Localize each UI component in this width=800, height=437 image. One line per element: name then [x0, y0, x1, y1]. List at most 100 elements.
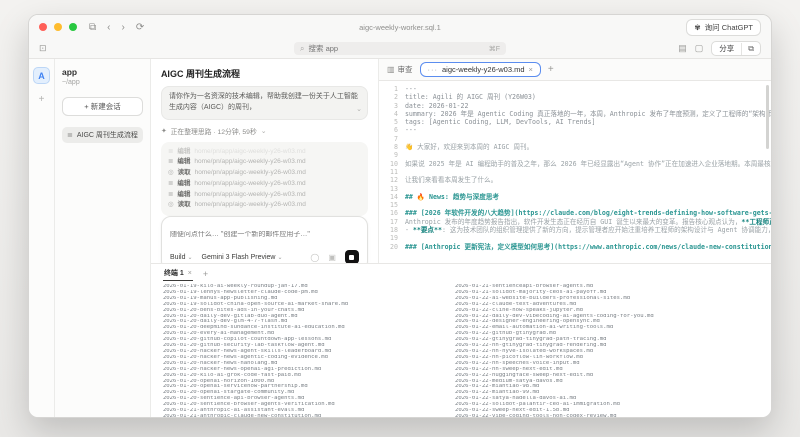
list-view-icon[interactable]: ▤ — [678, 43, 687, 54]
tool-action: 编辑 — [177, 147, 191, 155]
line-number: 6 — [393, 126, 398, 135]
line-number: 10 — [389, 159, 398, 168]
sidebar-session-item[interactable]: ≣ AIGC 周刊生成流程 — [62, 127, 143, 143]
code-line: 9 — [385, 151, 771, 159]
line-number: 7 — [393, 134, 398, 143]
sidebar: app ~/app + 新建会话 ≣ AIGC 周刊生成流程 — [55, 59, 151, 417]
tool-action: 读取 — [177, 201, 191, 209]
tool-path: home/pn/app/aigc-weekly-y26-w03.md — [194, 179, 306, 187]
user-message-bubble[interactable]: 请你作为一名资深的技术编辑，帮助我创建一份关于人工智能生成内容（AIGC）的周刊… — [160, 86, 368, 120]
tool-row[interactable]: ≣ 编辑 home/pn/app/aigc-weekly-y26-w03.md — [168, 190, 361, 201]
mode-dropdown[interactable]: Build ⌄ — [170, 254, 193, 261]
layout-view-icon[interactable]: ▢ — [695, 43, 704, 54]
zoom-window-button[interactable] — [69, 23, 77, 31]
line-number: 13 — [389, 184, 398, 193]
chevron-down-icon: ⌄ — [277, 254, 283, 261]
code-line: 14 ## 🔥 News: 趋势与深度思考 — [385, 193, 771, 201]
voice-icon[interactable]: ◯ — [310, 253, 319, 262]
forward-icon[interactable]: › — [121, 22, 124, 33]
desktop: ⧉ ‹ › ⟳ aigc-weekly-worker.sql.1 ✾ 询问 Ch… — [0, 0, 800, 437]
reload-icon[interactable]: ⟳ — [136, 22, 144, 33]
share-control: 分享 ⧉ — [711, 41, 761, 56]
code-line: 20 ### [Anthropic 更新宪法，定义模型如何思考](https://… — [385, 243, 771, 251]
code-line: 2 title: Agili 的 AIGC 周刊 (Y26W03) — [385, 93, 771, 101]
sidebar-toggle-icon[interactable]: ⊡ — [39, 43, 47, 54]
code-line: 19 — [385, 234, 771, 242]
edit-list-icon: ≣ — [167, 158, 174, 166]
line-number: 3 — [393, 101, 398, 110]
expand-message-icon[interactable]: ⌄ — [356, 105, 362, 116]
edit-list-icon: ≣ — [167, 179, 174, 187]
new-session-button[interactable]: + 新建会话 — [62, 97, 143, 116]
close-terminal-icon[interactable]: × — [188, 270, 192, 277]
tool-action: 编辑 — [177, 158, 191, 166]
tool-action: 编辑 — [177, 190, 191, 198]
tool-path: home/pn/app/aigc-weekly-y26-w03.md — [194, 201, 306, 209]
close-window-button[interactable] — [39, 23, 47, 31]
search-icon: ⌕ — [300, 43, 305, 53]
add-workspace-button[interactable]: + — [39, 94, 45, 105]
line-number: 16 — [389, 209, 398, 218]
terminal-tab[interactable]: 终端 1 × — [162, 266, 193, 281]
attach-image-icon[interactable]: ▣ — [328, 253, 336, 262]
tool-row[interactable]: ◎ 读取 home/pn/app/aigc-weekly-y26-w03.md — [168, 200, 361, 211]
code-lines: 1 --- 2 title: Agili 的 AIGC 周刊 (Y26W03) 3 dat… — [385, 85, 771, 251]
copy-icon[interactable]: ⧉ — [741, 42, 760, 55]
tool-path: home/pn/app/aigc-weekly-y26-w03.md — [194, 158, 306, 166]
line-number: 1 — [393, 85, 398, 93]
file-item: 2026-01-22-vibe-coding-tools-non-codex-r… — [455, 413, 617, 417]
editor-scrollbar[interactable] — [766, 85, 769, 149]
file-item: 2026-01-21-anthropic-claude-new-constitu… — [162, 413, 322, 417]
close-tab-icon[interactable]: × — [529, 65, 533, 74]
tab-menu-icon[interactable]: ··· — [428, 65, 439, 74]
toggle-panel-icon[interactable]: ⧉ — [89, 22, 96, 33]
line-number: 4 — [393, 109, 398, 118]
line-number: 5 — [393, 118, 398, 127]
tool-row[interactable]: ≣ 编辑 home/pn/app/aigc-weekly-y26-w03.md — [168, 179, 361, 190]
workspace-avatar[interactable]: A — [33, 67, 50, 84]
ask-chatgpt-button[interactable]: ✾ 询问 ChatGPT — [686, 18, 761, 36]
editor-panel: ▥ 审查 ··· aigc-weekly-y26-w03.md × + 1 --… — [378, 59, 771, 263]
file-col-right: 2026-01-21-sentienceapi-browser-agents.m… — [455, 284, 747, 417]
tool-row[interactable]: ≣ 编辑 home/pn/app/aigc-weekly-y26-w03.md — [168, 157, 361, 168]
workspace-rail: A + — [29, 59, 55, 417]
tool-list: ≣ 编辑 home/pn/app/aigc-weekly-y26-w03.md ≣ 编辑… — [160, 141, 368, 216]
terminal-output[interactable]: 2026-01-19-kilo-ai-weekly-roundup-jan-17… — [151, 281, 771, 417]
edit-list-icon: ≣ — [167, 190, 174, 198]
tool-row[interactable]: ≣ 编辑 home/pn/app/aigc-weekly-y26-w03.md — [168, 147, 361, 158]
minimize-window-button[interactable] — [54, 23, 62, 31]
back-icon[interactable]: ‹ — [107, 22, 110, 33]
thinking-status[interactable]: ✦ 正在整理思路 · 12分钟, 59秒 ⌄ — [161, 126, 368, 136]
chat-input[interactable] — [169, 231, 359, 238]
tool-row[interactable]: ◎ 读取 home/pn/app/aigc-weekly-y26-w03.md — [168, 168, 361, 179]
review-button[interactable]: ▥ 审查 — [387, 64, 413, 75]
tool-action: 编辑 — [177, 179, 191, 187]
editor-tab-active[interactable]: ··· aigc-weekly-y26-w03.md × — [419, 62, 541, 77]
app-window: ⧉ ‹ › ⟳ aigc-weekly-worker.sql.1 ✾ 询问 Ch… — [28, 14, 772, 418]
terminal-tab-bar: 终端 1 × + — [151, 264, 771, 281]
search-input[interactable] — [308, 44, 459, 53]
model-dropdown[interactable]: Gemini 3 Flash Preview ⌄ — [202, 254, 283, 261]
edit-list-icon: ≣ — [167, 147, 174, 155]
read-icon: ◎ — [167, 169, 174, 177]
code-line: 13 — [385, 185, 771, 193]
chevron-down-icon: ⌄ — [187, 254, 193, 261]
tool-path: home/pn/app/aigc-weekly-y26-w03.md — [194, 190, 306, 198]
search-shortcut: ⌘F — [488, 45, 500, 53]
code-line: 16 ### [2026 年软件开发的八大趋势](https://claude.c… — [385, 209, 771, 217]
search-box[interactable]: ⌕ ⌘F — [294, 42, 506, 55]
code-editor[interactable]: 1 --- 2 title: Agili 的 AIGC 周刊 (Y26W03) 3 dat… — [379, 81, 771, 263]
code-line: 12 让我们来看看本周发生了什么。 — [385, 176, 771, 184]
tool-path: home/pn/app/aigc-weekly-y26-w03.md — [194, 147, 306, 155]
editor-tab-bar: ▥ 审查 ··· aigc-weekly-y26-w03.md × + — [378, 59, 771, 81]
stop-button[interactable] — [344, 250, 359, 264]
code-line: 5 tags: [Agentic Coding, LLM, DevTools, A… — [385, 118, 771, 126]
code-line: 4 summary: 2026 年是 Agentic Coding 真正落地的一年… — [385, 110, 771, 118]
code-line: 17 Anthropic 发布的年度趋势报告指出，软件开发生态正在经历自 GUI … — [385, 218, 771, 226]
add-terminal-button[interactable]: + — [203, 269, 208, 281]
add-tab-button[interactable]: + — [548, 64, 554, 75]
traffic-lights — [39, 23, 77, 31]
code-line: 10 如果说 2025 年是 AI 编程助手的普及之年，那么 2026 年已经显露… — [385, 160, 771, 168]
read-icon: ◎ — [167, 201, 174, 209]
share-button[interactable]: 分享 — [712, 42, 741, 55]
